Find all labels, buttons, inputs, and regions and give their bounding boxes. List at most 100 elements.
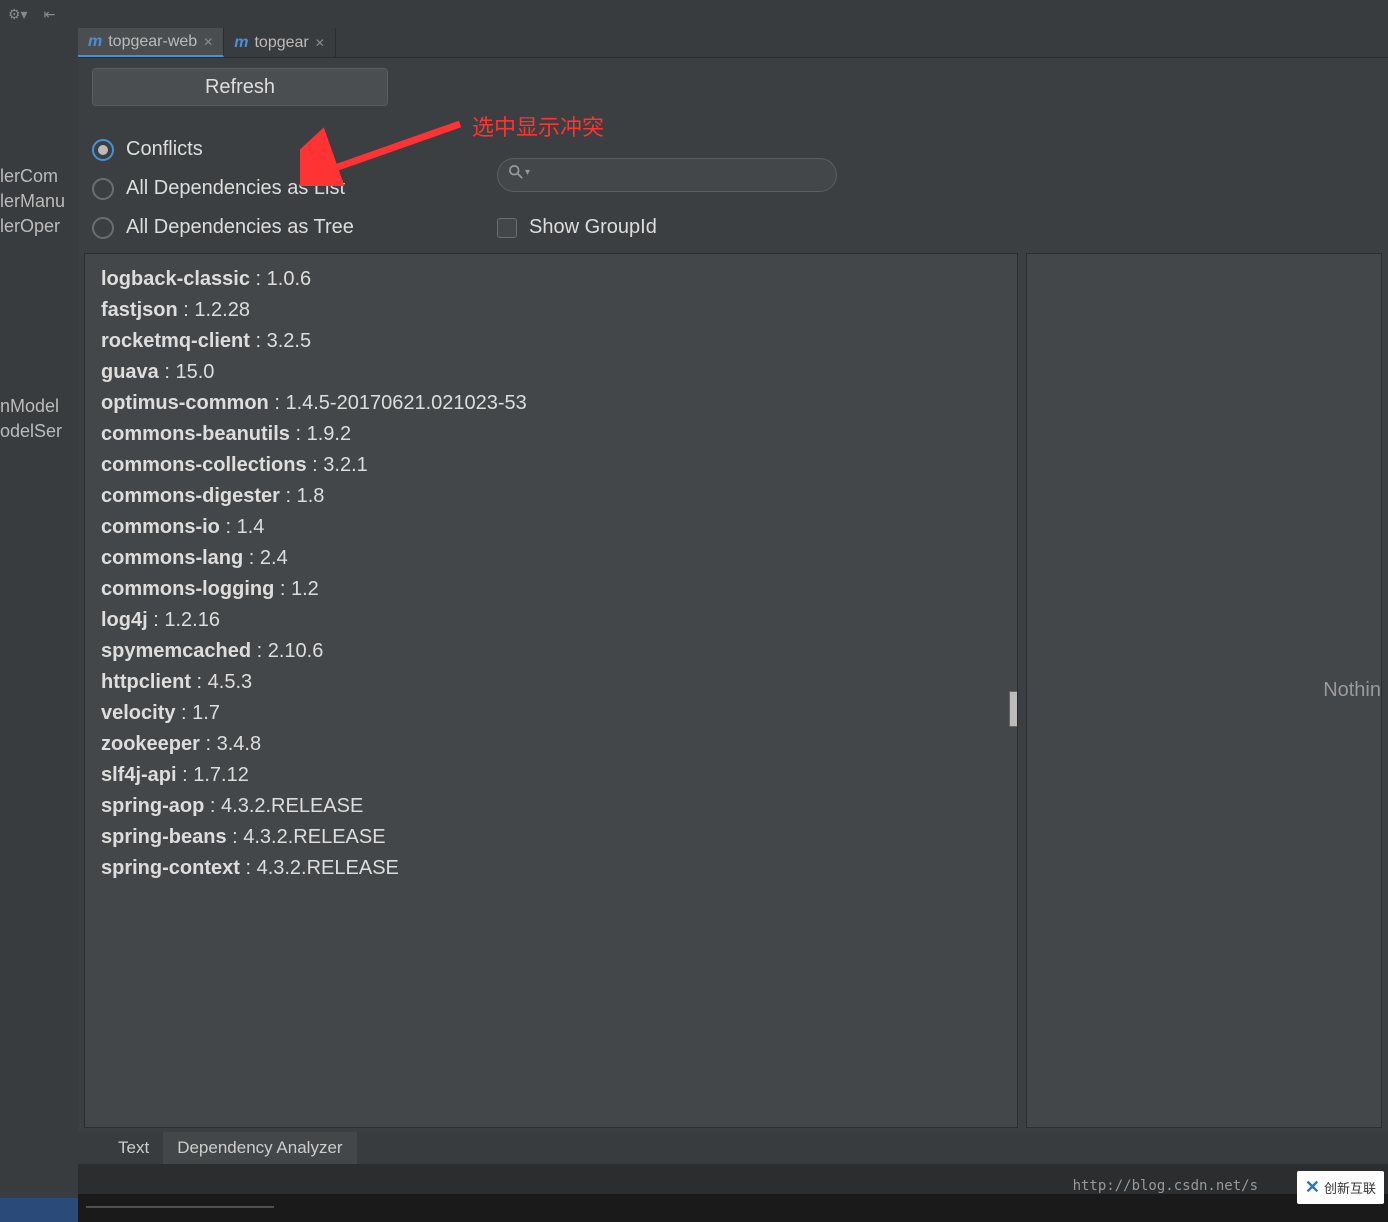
sidebar-item[interactable]: lerOper	[0, 214, 78, 239]
radio-all-tree-label: All Dependencies as Tree	[126, 216, 354, 239]
dependency-version: : 1.8	[280, 485, 324, 507]
dependency-item[interactable]: guava : 15.0	[101, 357, 1001, 388]
gear-icon[interactable]: ⚙▾	[4, 4, 32, 25]
tab-topgear[interactable]: m topgear ✕	[224, 28, 336, 57]
sidebar-item[interactable]: odelSer	[0, 419, 78, 444]
project-sidebar[interactable]: lerCom lerManu lerOper nModel odelSer	[0, 28, 78, 1222]
dependency-version: : 3.4.8	[200, 733, 261, 755]
dependency-version: : 4.3.2.RELEASE	[227, 826, 386, 848]
splitter-handle[interactable]	[1009, 691, 1018, 727]
terminal-strip: ──────────────────────────	[78, 1194, 1388, 1222]
dependency-name: optimus-common	[101, 392, 269, 414]
tab-text[interactable]: Text	[104, 1132, 163, 1164]
dependency-name: velocity	[101, 702, 175, 724]
sidebar-item[interactable]: nModel	[0, 394, 78, 419]
dependency-version: : 1.4	[220, 516, 264, 538]
dependency-name: commons-io	[101, 516, 220, 538]
dependency-item[interactable]: log4j : 1.2.16	[101, 605, 1001, 636]
dependency-name: commons-digester	[101, 485, 280, 507]
show-groupid-label: Show GroupId	[529, 216, 657, 239]
dependency-name: logback-classic	[101, 268, 250, 290]
dependency-name: commons-logging	[101, 578, 274, 600]
dependency-name: guava	[101, 361, 159, 383]
dependency-name: spymemcached	[101, 640, 251, 662]
search-icon[interactable]: ▾	[509, 165, 530, 179]
maven-icon: m	[88, 33, 102, 51]
close-icon[interactable]: ✕	[203, 35, 213, 49]
dependency-version: : 3.2.5	[250, 330, 311, 352]
watermark-url: http://blog.csdn.net/s	[1073, 1178, 1258, 1194]
dependency-version: : 1.7	[175, 702, 219, 724]
annotation-text: 选中显示冲突	[472, 110, 604, 142]
bottom-tabs: Text Dependency Analyzer	[78, 1132, 1388, 1164]
radio-all-list[interactable]	[92, 178, 114, 200]
dependency-name: commons-lang	[101, 547, 243, 569]
radio-all-list-label: All Dependencies as List	[126, 177, 345, 200]
dependency-name: rocketmq-client	[101, 330, 250, 352]
dependency-version: : 1.7.12	[177, 764, 249, 786]
dependency-version: : 1.9.2	[290, 423, 351, 445]
dependency-item[interactable]: commons-lang : 2.4	[101, 543, 1001, 574]
dependency-name: fastjson	[101, 299, 178, 321]
dependency-item[interactable]: slf4j-api : 1.7.12	[101, 760, 1001, 791]
search-input[interactable]	[497, 158, 837, 192]
dependency-name: commons-beanutils	[101, 423, 290, 445]
maven-icon: m	[234, 34, 248, 52]
dependency-name: log4j	[101, 609, 148, 631]
radio-all-tree[interactable]	[92, 217, 114, 239]
dependency-name: commons-collections	[101, 454, 307, 476]
show-groupid-checkbox[interactable]	[497, 218, 517, 238]
dependency-version: : 1.2.16	[148, 609, 220, 631]
dependency-name: spring-beans	[101, 826, 227, 848]
tab-topgear-web[interactable]: m topgear-web ✕	[78, 28, 224, 57]
dependency-name: spring-aop	[101, 795, 204, 817]
dependency-item[interactable]: spring-beans : 4.3.2.RELEASE	[101, 822, 1001, 853]
dependency-version: : 1.2.28	[178, 299, 250, 321]
dependency-version: : 3.2.1	[307, 454, 368, 476]
top-toolbar: ⚙▾ ⇤	[0, 0, 1388, 28]
editor-tabs: m topgear-web ✕ m topgear ✕	[78, 28, 1388, 58]
dependency-version: : 4.3.2.RELEASE	[240, 857, 399, 879]
dependency-item[interactable]: spring-aop : 4.3.2.RELEASE	[101, 791, 1001, 822]
dependency-item[interactable]: httpclient : 4.5.3	[101, 667, 1001, 698]
dependency-name: zookeeper	[101, 733, 200, 755]
dependency-name: spring-context	[101, 857, 240, 879]
dependency-item[interactable]: velocity : 1.7	[101, 698, 1001, 729]
expand-icon[interactable]: ⇤	[40, 4, 60, 25]
dependency-item[interactable]: commons-digester : 1.8	[101, 481, 1001, 512]
tab-dependency-analyzer[interactable]: Dependency Analyzer	[163, 1132, 356, 1164]
dependency-item[interactable]: spring-context : 4.3.2.RELEASE	[101, 853, 1001, 884]
dependency-version: : 2.4	[243, 547, 287, 569]
refresh-button[interactable]: Refresh	[92, 68, 388, 106]
dependency-version: : 1.0.6	[250, 268, 311, 290]
dependency-item[interactable]: commons-logging : 1.2	[101, 574, 1001, 605]
dependency-list[interactable]: logback-classic : 1.0.6fastjson : 1.2.28…	[84, 253, 1018, 1128]
dependency-item[interactable]: spymemcached : 2.10.6	[101, 636, 1001, 667]
dependency-item[interactable]: commons-collections : 3.2.1	[101, 450, 1001, 481]
dependency-item[interactable]: rocketmq-client : 3.2.5	[101, 326, 1001, 357]
watermark-logo: ✕创新互联	[1297, 1171, 1384, 1204]
dependency-item[interactable]: commons-io : 1.4	[101, 512, 1001, 543]
dependency-item[interactable]: optimus-common : 1.4.5-20170621.021023-5…	[101, 388, 1001, 419]
sidebar-item[interactable]: lerManu	[0, 189, 78, 214]
dependency-version: : 1.4.5-20170621.021023-53	[269, 392, 527, 414]
dependency-version: : 2.10.6	[251, 640, 323, 662]
dependency-item[interactable]: fastjson : 1.2.28	[101, 295, 1001, 326]
dependency-name: slf4j-api	[101, 764, 177, 786]
dependency-version: : 4.3.2.RELEASE	[204, 795, 363, 817]
radio-conflicts[interactable]	[92, 139, 114, 161]
dependency-version: : 1.2	[274, 578, 318, 600]
close-icon[interactable]: ✕	[315, 36, 325, 50]
tab-label: topgear-web	[108, 33, 197, 51]
dependency-version: : 4.5.3	[191, 671, 252, 693]
radio-conflicts-label: Conflicts	[126, 138, 203, 161]
dependency-item[interactable]: zookeeper : 3.4.8	[101, 729, 1001, 760]
dependency-item[interactable]: logback-classic : 1.0.6	[101, 264, 1001, 295]
search-group: ▾	[497, 158, 837, 192]
sidebar-item[interactable]: lerCom	[0, 164, 78, 189]
sidebar-selection	[0, 1198, 78, 1222]
dependency-version: : 15.0	[159, 361, 215, 383]
detail-placeholder: Nothin	[1323, 679, 1381, 702]
dependency-item[interactable]: commons-beanutils : 1.9.2	[101, 419, 1001, 450]
dependency-name: httpclient	[101, 671, 191, 693]
